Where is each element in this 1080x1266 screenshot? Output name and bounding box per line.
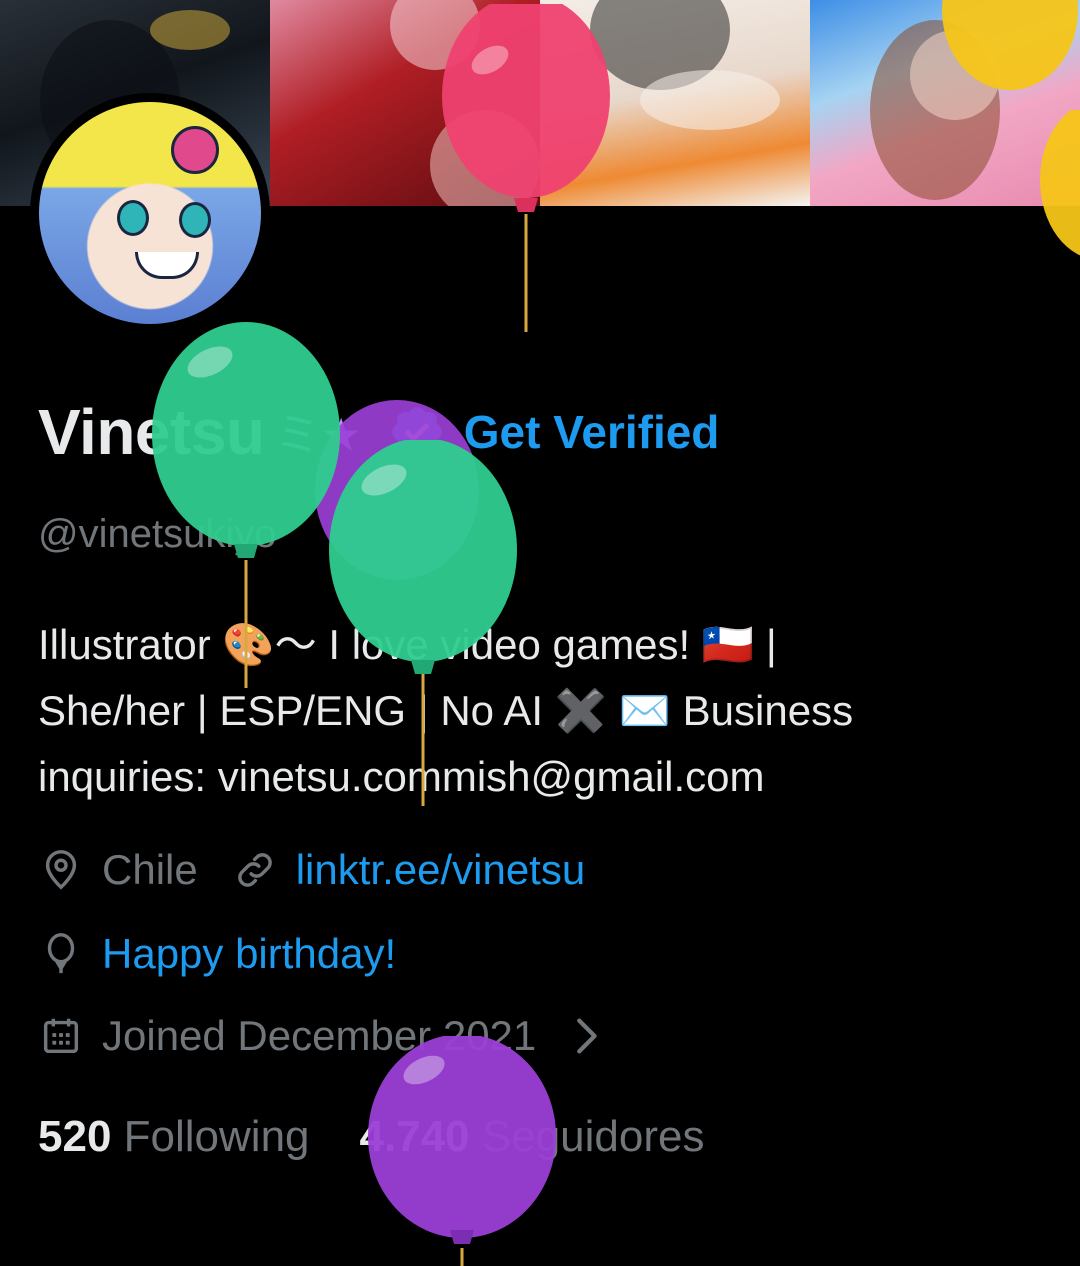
location-website-row: Chile linktr.ee/vinetsu	[38, 846, 585, 894]
birthday-link[interactable]: Happy birthday!	[102, 930, 396, 978]
website-link[interactable]: linktr.ee/vinetsu	[296, 846, 586, 894]
display-name: Vinetsu	[38, 396, 265, 468]
following-stat[interactable]: 520 Following	[38, 1112, 310, 1162]
verified-badge-icon[interactable]	[388, 403, 446, 461]
following-label: Following	[123, 1112, 310, 1161]
avatar-eye-right	[179, 202, 211, 238]
avatar-badge	[171, 126, 219, 174]
bio-line: Illustrator 🎨～ I love video games! 🇨🇱 |	[38, 621, 777, 668]
following-count: 520	[38, 1112, 112, 1161]
bio-line: inquiries: vinetsu.commish@gmail.com	[38, 753, 765, 800]
balloon-icon	[47, 933, 75, 974]
avatar-eye-left	[117, 200, 149, 236]
followers-count: 4.740	[359, 1112, 470, 1161]
followers-label: Seguidores	[481, 1112, 705, 1161]
joined-row[interactable]: Joined December 2021	[38, 1012, 626, 1060]
joined-text: Joined December 2021	[102, 1012, 537, 1059]
location-pin-icon	[45, 850, 77, 890]
followers-stat[interactable]: 4.740 Seguidores	[360, 1112, 705, 1162]
avatar-mouth	[135, 252, 199, 279]
link-icon	[237, 853, 272, 887]
avatar-image	[39, 102, 261, 324]
chevron-right-icon	[577, 1018, 597, 1054]
banner-panel-2	[270, 0, 540, 206]
calendar-icon	[43, 1018, 79, 1054]
birthday-row: Happy birthday!	[38, 930, 396, 978]
location-text: Chile	[102, 846, 198, 893]
banner-panel-3	[540, 0, 810, 206]
get-verified-link[interactable]: Get Verified	[464, 405, 720, 459]
banner-panel-4	[810, 0, 1080, 206]
profile-handle: @vinetsukiyo	[38, 512, 277, 556]
bio-line: She/her | ESP/ENG | No AI ✖️ ✉️ Business	[38, 687, 854, 734]
profile-bio: Illustrator 🎨～ I love video games! 🇨🇱 | …	[38, 612, 1038, 810]
name-row: Vinetsu ミ★ Get Verified	[38, 396, 719, 468]
name-emoji: ミ★	[274, 409, 362, 461]
follow-stats: 520 Following 4.740 Seguidores	[38, 1112, 704, 1162]
profile-avatar[interactable]	[30, 93, 270, 333]
